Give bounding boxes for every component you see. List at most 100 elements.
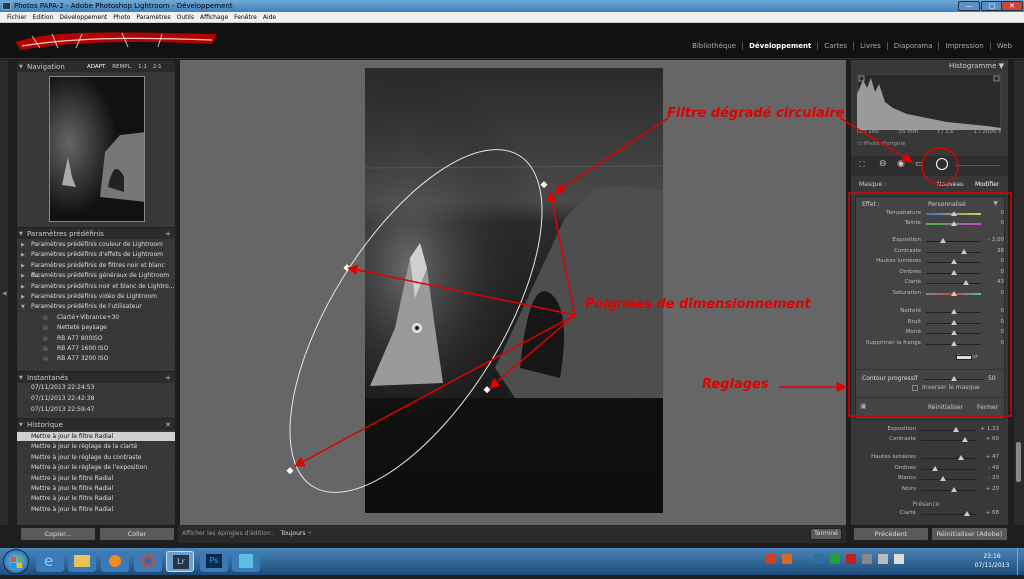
slider-knob[interactable] bbox=[950, 309, 957, 314]
brush-slider-track[interactable] bbox=[955, 165, 1001, 166]
network-icon[interactable] bbox=[878, 554, 888, 564]
history-item[interactable]: Mettre à jour le filtre Radial bbox=[17, 484, 175, 494]
slider-knob[interactable] bbox=[962, 280, 969, 285]
start-button[interactable] bbox=[3, 549, 29, 574]
navigator-preview[interactable] bbox=[49, 76, 145, 222]
history-item[interactable]: Mettre à jour le filtre Radial bbox=[17, 505, 175, 515]
add-preset-icon[interactable]: + bbox=[165, 228, 171, 240]
taskbar-explorer-icon[interactable] bbox=[68, 551, 96, 572]
slider-knob[interactable] bbox=[950, 259, 957, 264]
slider-knob[interactable] bbox=[951, 486, 957, 492]
slider-knob[interactable] bbox=[950, 330, 957, 335]
slider-knob[interactable] bbox=[952, 427, 959, 432]
chevron-right-icon[interactable]: ▶ bbox=[21, 271, 25, 281]
slider-knob[interactable] bbox=[939, 238, 946, 243]
module-developpement[interactable]: Développement bbox=[742, 42, 817, 50]
slider-knob[interactable] bbox=[964, 511, 971, 516]
copy-settings-button[interactable]: Copier... bbox=[20, 527, 96, 541]
navigator-header[interactable]: Navigation ADAPT. REMPL. 1:1 2:1 bbox=[17, 60, 175, 73]
module-livres[interactable]: Livres bbox=[853, 42, 887, 50]
effect-preset-select[interactable]: Personnalisé bbox=[928, 201, 966, 208]
menu-affichage[interactable]: Affichage bbox=[197, 12, 231, 22]
invert-mask-checkbox[interactable] bbox=[912, 385, 918, 391]
menu-developpement[interactable]: Développement bbox=[56, 12, 110, 22]
crop-tool-icon[interactable]: ⛶ bbox=[859, 160, 865, 170]
resize-handle-left[interactable] bbox=[343, 264, 351, 272]
history-item[interactable]: Mettre à jour le réglage de l'exposition bbox=[17, 463, 175, 474]
spot-removal-icon[interactable]: ⊖ bbox=[879, 159, 887, 169]
chevron-right-icon[interactable]: ▶ bbox=[21, 292, 25, 302]
user-preset[interactable]: ▤ RB A77 1600 ISO bbox=[17, 344, 175, 354]
taskbar-ie-icon[interactable]: e bbox=[36, 551, 64, 572]
taskbar-photoshop-icon[interactable]: Ps bbox=[200, 551, 228, 572]
tray-icon[interactable] bbox=[782, 554, 792, 564]
preset-folder[interactable]: ▶ Paramètres prédéfinis généraux de Light… bbox=[17, 271, 175, 282]
slider-knob[interactable] bbox=[932, 465, 939, 471]
original-photo-toggle[interactable]: ▭ Photo d'origine bbox=[857, 141, 905, 147]
slider-knob[interactable] bbox=[950, 269, 957, 275]
user-preset[interactable]: ▤ Clarté+Vibrance+30 bbox=[17, 313, 175, 323]
preset-folder[interactable]: ▶ Paramètres prédéfinis noir et blanc de … bbox=[17, 282, 175, 292]
edit-pins-select[interactable]: Toujours bbox=[281, 530, 306, 537]
slider-knob[interactable] bbox=[950, 290, 957, 296]
preset-folder[interactable]: ▶ Paramètres prédéfinis d'effets de Light… bbox=[17, 250, 175, 261]
menu-photo[interactable]: Photo bbox=[110, 12, 133, 22]
slider-knob[interactable] bbox=[960, 248, 967, 254]
radial-filter-icon[interactable] bbox=[936, 158, 948, 170]
slider-track[interactable] bbox=[926, 251, 981, 253]
module-diaporama[interactable]: Diaporama bbox=[886, 42, 939, 50]
close-button[interactable]: ✕ bbox=[1001, 1, 1023, 11]
snapshot-item[interactable]: 07/11/2013 22:42:38 bbox=[17, 394, 175, 404]
slider-knob[interactable] bbox=[950, 340, 957, 346]
tray-icon[interactable] bbox=[862, 554, 872, 564]
paste-settings-button[interactable]: Coller bbox=[99, 527, 175, 541]
user-preset[interactable]: ▤ Netteté paysage bbox=[17, 323, 175, 334]
slider-knob[interactable] bbox=[950, 211, 957, 216]
histogram-header[interactable]: Histogramme ▼ bbox=[851, 60, 1008, 72]
slider-track[interactable] bbox=[921, 430, 976, 431]
taskbar-lightroom-icon[interactable]: Lr bbox=[166, 551, 194, 572]
left-panel-toggle[interactable]: ◀ bbox=[0, 60, 8, 525]
right-panel-scrollbar[interactable] bbox=[1014, 60, 1024, 525]
slider-knob[interactable] bbox=[940, 476, 946, 481]
resize-handle-right[interactable] bbox=[483, 386, 491, 394]
slider-knob[interactable] bbox=[950, 221, 957, 226]
slider-track[interactable] bbox=[926, 283, 981, 284]
volume-icon[interactable] bbox=[894, 554, 904, 564]
chevron-right-icon[interactable]: ▶ bbox=[21, 240, 25, 250]
tray-icon[interactable] bbox=[766, 554, 776, 564]
menu-edition[interactable]: Edition bbox=[30, 12, 57, 22]
chevron-right-icon[interactable]: ▶ bbox=[21, 250, 25, 260]
minimize-button[interactable]: — bbox=[958, 1, 980, 11]
tray-icon[interactable] bbox=[814, 554, 824, 564]
taskbar-firefox-icon[interactable] bbox=[134, 551, 162, 572]
mask-toggle-icon[interactable]: ▣ bbox=[860, 402, 867, 410]
zoom-fit[interactable]: ADAPT. bbox=[87, 64, 106, 70]
tray-icon[interactable] bbox=[830, 554, 840, 564]
preset-folder[interactable]: ▼ Paramètres prédéfinis de l'utilisateur bbox=[17, 302, 175, 313]
module-impression[interactable]: Impression bbox=[938, 42, 989, 50]
zoom-1-1[interactable]: 1:1 bbox=[138, 64, 147, 70]
chevron-right-icon[interactable]: ▶ bbox=[21, 282, 25, 292]
history-header[interactable]: Historique ✕ bbox=[17, 418, 175, 431]
snapshots-header[interactable]: Instantanés + bbox=[17, 371, 175, 384]
preset-folder[interactable]: ▶ Paramètres prédéfinis de filtres noir e… bbox=[17, 261, 175, 279]
slider-track[interactable] bbox=[921, 489, 976, 491]
slider-knob[interactable] bbox=[962, 437, 968, 442]
module-cartes[interactable]: Cartes bbox=[817, 42, 853, 50]
slider-knob[interactable] bbox=[958, 455, 965, 460]
slider-track[interactable] bbox=[926, 241, 981, 242]
snapshot-item[interactable]: 07/11/2013 22:24:53 bbox=[17, 383, 175, 393]
slider-knob[interactable] bbox=[950, 319, 957, 325]
menu-parametres[interactable]: Paramètres bbox=[133, 12, 173, 22]
resize-handle-top[interactable] bbox=[540, 181, 548, 189]
slider-track[interactable] bbox=[921, 468, 976, 470]
tray-icon[interactable] bbox=[846, 554, 856, 564]
taskbar-app-icon[interactable] bbox=[232, 551, 260, 572]
clock[interactable]: 23:16 07/11/2013 bbox=[970, 552, 1014, 570]
slider-track[interactable] bbox=[921, 479, 976, 480]
menu-fichier[interactable]: Fichier bbox=[4, 12, 30, 22]
history-item[interactable]: Mettre à jour le filtre Radial bbox=[17, 432, 175, 442]
feather-slider-knob[interactable] bbox=[951, 376, 957, 381]
user-preset[interactable]: ▤ RB A77 800ISO bbox=[17, 334, 175, 344]
